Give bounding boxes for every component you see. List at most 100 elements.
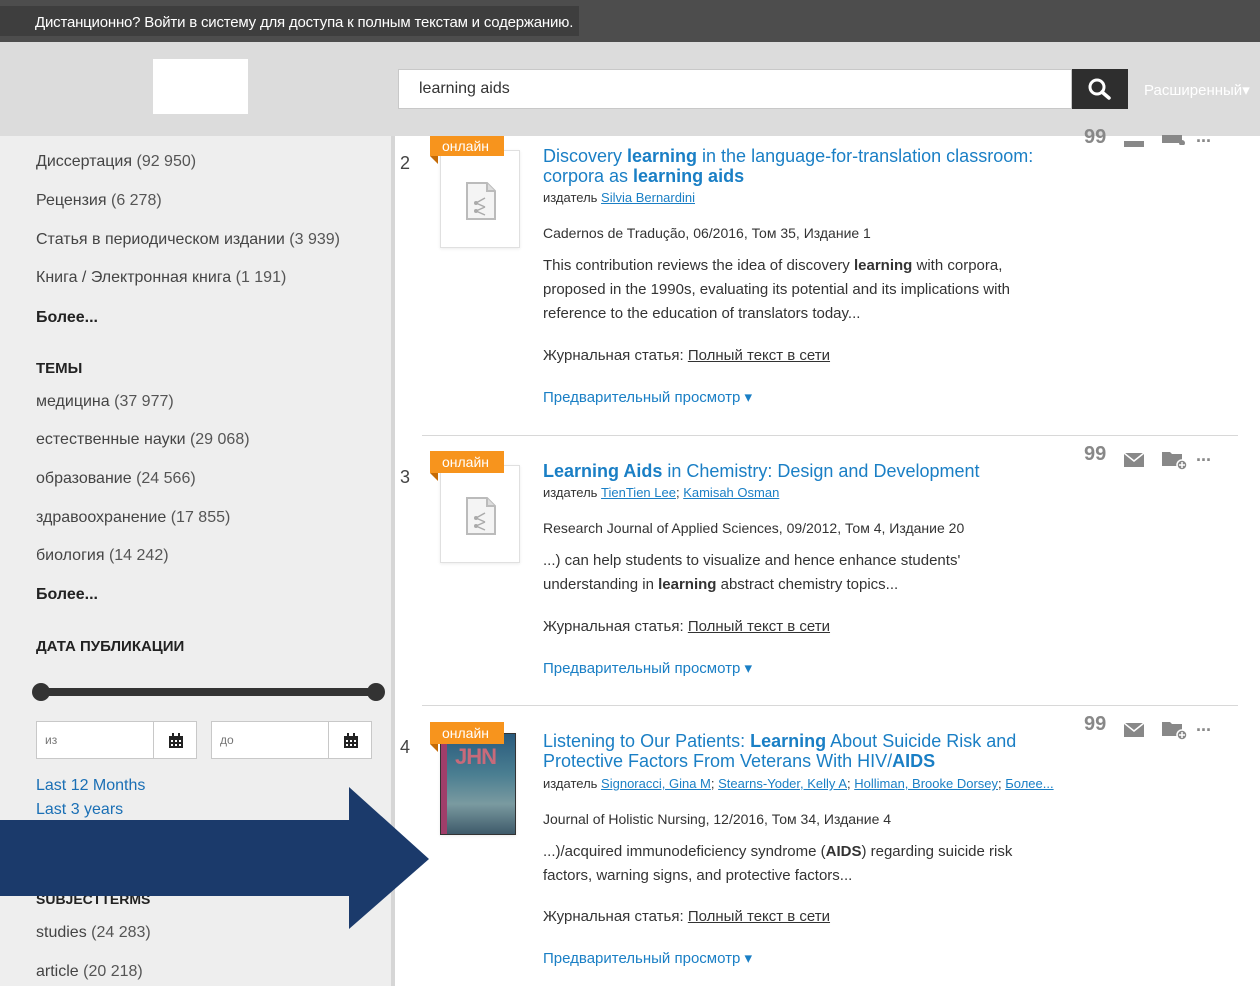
result-title[interactable]: Discovery learning in the language-for-t… [543,146,1063,186]
more-actions-icon[interactable]: ... [1196,445,1211,466]
advanced-search-dropdown[interactable]: Расширенный▾ [1144,81,1250,99]
result-authors: издатель Silvia Bernardini [543,190,695,205]
publication-date-heading: ДАТА ПУБЛИКАЦИИ [36,638,185,655]
snippet-highlight: learning [853,257,913,274]
logo[interactable] [153,59,248,114]
facet-topic-education[interactable]: образование (24 566) [36,470,196,488]
result-fulltext: Журнальная статья: Полный текст в сети [543,347,830,364]
header: Расширенный▾ [0,42,1260,136]
facet-label: образование [36,470,132,487]
date-to-input[interactable] [211,721,329,759]
more-content-types-link[interactable]: Более... [36,309,98,327]
date-from-input[interactable] [36,721,154,759]
result-source: Cadernos de Tradução, 06/2016, Том 35, И… [543,225,871,241]
facet-count: (14 242) [108,547,169,564]
top-notice-bar: Дистанционно? Войти в систему для доступ… [0,0,1260,42]
cover-title: JHN [455,744,497,769]
result-source: Research Journal of Applied Sciences, 09… [543,520,965,536]
snippet-text: This contribution reviews the idea of di… [543,257,854,274]
date-to-calendar-button[interactable] [328,721,372,759]
fulltext-link[interactable]: Полный текст в сети [688,908,830,925]
date-from-calendar-button[interactable] [153,721,197,759]
title-highlight: Learning Aids [543,461,663,481]
document-icon [466,182,496,220]
online-badge: онлайн [430,136,504,164]
facet-content-type-dissertation[interactable]: Диссертация (92 950) [36,153,196,171]
more-authors-link[interactable]: Более... [1005,776,1053,791]
fulltext-link[interactable]: Полный текст в сети [688,618,830,635]
result-authors: издатель TienTien Lee; Kamisah Osman [543,485,780,500]
result-title[interactable]: Learning Aids in Chemistry: Design and D… [543,461,1063,481]
preview-toggle[interactable]: Предварительный просмотр ▾ [543,388,752,406]
author-link[interactable]: Signoracci, Gina M [601,776,711,791]
result-number: 4 [400,737,411,757]
author-link[interactable]: Kamisah Osman [683,485,779,500]
email-icon[interactable] [1123,452,1145,472]
author-link[interactable]: Stearns-Yoder, Kelly A [718,776,847,791]
author-link[interactable]: Silvia Bernardini [601,190,695,205]
facet-topic-natural-sciences[interactable]: естественные науки (29 068) [36,431,250,449]
email-icon[interactable] [1123,722,1145,742]
cite-icon[interactable]: 99 [1084,126,1106,149]
facet-subject-article[interactable]: article (20 218) [36,963,143,981]
result-number: 3 [400,467,411,487]
result-thumbnail[interactable] [440,150,520,248]
journal-cover-thumbnail[interactable]: JHN [440,733,516,835]
result-number: 2 [400,153,411,173]
title-text: Listening to Our Patients: [543,731,751,751]
facet-content-type-review[interactable]: Рецензия (6 278) [36,192,162,210]
email-icon[interactable] [1124,134,1144,152]
cite-icon[interactable]: 99 [1084,443,1106,466]
facet-content-type-periodical[interactable]: Статья в периодическом издании (3 939) [36,231,340,249]
result-snippet: This contribution reviews the idea of di… [543,254,1023,326]
facet-count: (1 191) [235,269,287,286]
facet-label: Статья в периодическом издании [36,231,285,248]
title-highlight: AIDS [892,751,936,771]
snippet-highlight: learning [658,576,717,593]
facet-topic-medicine[interactable]: медицина (37 977) [36,393,174,411]
result-fulltext: Журнальная статья: Полный текст в сети [543,908,830,925]
search-input[interactable] [398,69,1072,109]
facet-label: естественные науки [36,431,186,448]
title-highlight: learning aids [633,166,745,186]
online-badge: онлайн [430,451,504,481]
result-thumbnail[interactable] [440,465,520,563]
snippet-text: abstract chemistry topics... [716,576,899,593]
remote-login-link[interactable]: Дистанционно? Войти в систему для доступ… [0,6,580,36]
authors-prefix: издатель [543,190,602,205]
result-title[interactable]: Listening to Our Patients: Learning Abou… [543,731,1043,771]
folder-add-icon[interactable] [1162,132,1186,150]
fulltext-link[interactable]: Полный текст в сети [688,347,830,364]
author-link[interactable]: TienTien Lee [601,485,676,500]
more-actions-icon[interactable]: ... [1196,126,1211,147]
advanced-search-label: Расширенный [1144,82,1243,99]
more-actions-icon[interactable]: ... [1196,715,1211,736]
calendar-icon [169,733,183,748]
cite-icon[interactable]: 99 [1084,713,1106,736]
calendar-icon [344,733,358,748]
facet-label: медицина [36,393,110,410]
preview-toggle[interactable]: Предварительный просмотр ▾ [543,949,752,967]
title-text: Discovery [543,146,628,166]
document-icon [466,497,496,535]
author-link[interactable]: Holliman, Brooke Dorsey [854,776,998,791]
search-button[interactable] [1072,69,1128,109]
result-fulltext: Журнальная статья: Полный текст в сети [543,618,830,635]
date-range-slider[interactable] [40,688,376,696]
folder-add-icon[interactable] [1162,450,1188,475]
date-slider-handle-end[interactable] [367,683,385,701]
facet-content-type-book[interactable]: Книга / Электронная книга (1 191) [36,269,286,287]
title-highlight: Learning [750,731,827,751]
facet-topic-biology[interactable]: биология (14 242) [36,547,169,565]
folder-add-icon[interactable] [1162,720,1188,745]
more-topics-link[interactable]: Более... [36,586,98,604]
facet-count: (17 855) [170,509,231,526]
facet-label: article [36,963,79,980]
date-slider-handle-start[interactable] [32,683,50,701]
result-snippet: ...)/acquired immunodeficiency syndrome … [543,840,1043,888]
facet-count: (6 278) [110,192,162,209]
facet-topic-healthcare[interactable]: здравоохранение (17 855) [36,509,230,527]
online-badge: онлайн [430,722,504,752]
preview-toggle[interactable]: Предварительный просмотр ▾ [543,659,752,677]
facet-count: (24 566) [136,470,196,487]
